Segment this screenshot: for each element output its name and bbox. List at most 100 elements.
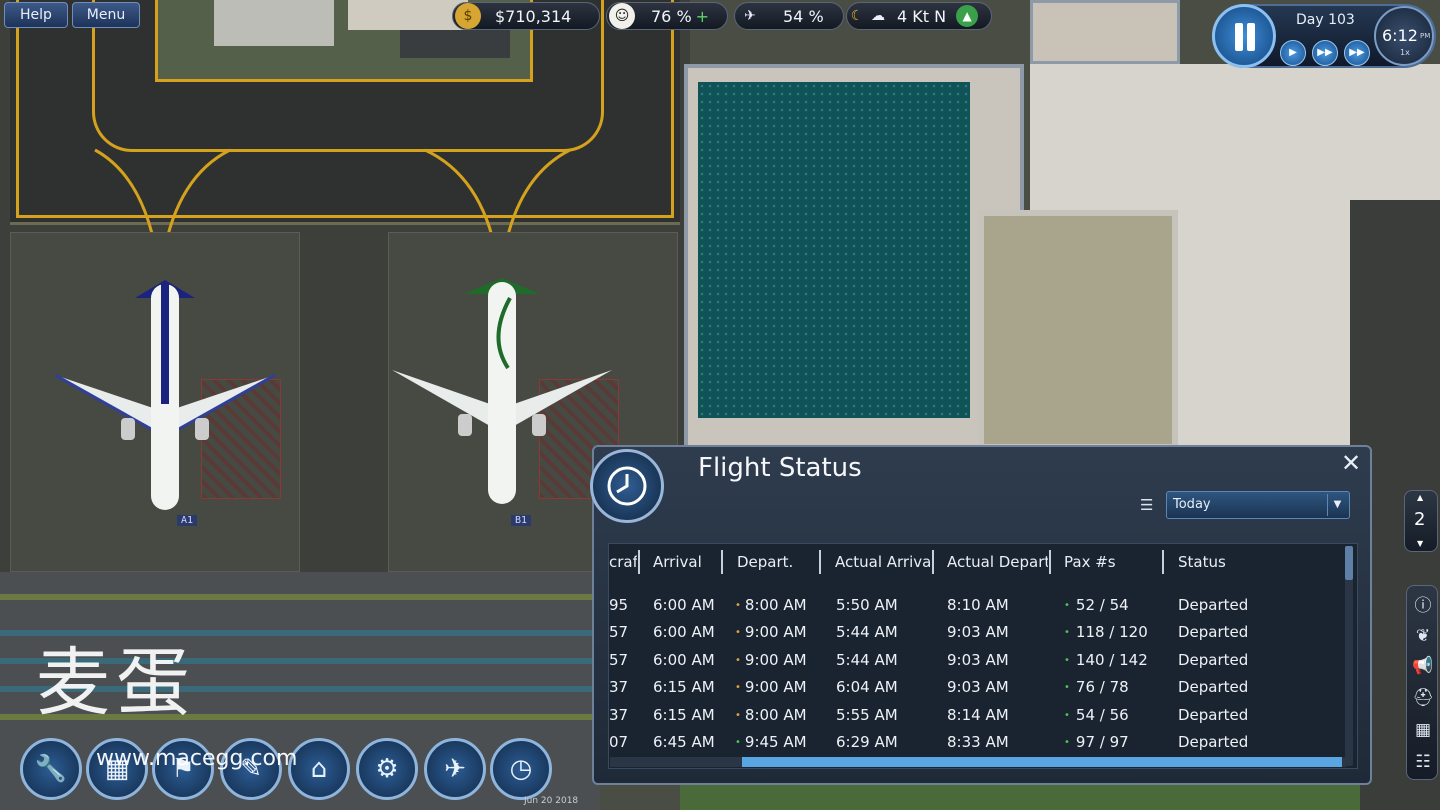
- col-header-aircraft[interactable]: craft: [609, 544, 637, 580]
- wind-value: 4 Kt N: [897, 6, 947, 26]
- pax-value: 140 / 142: [1075, 650, 1148, 669]
- actual-depart-value: 8:33 AM: [947, 733, 1009, 751]
- cell-arrival: 6:45 AM: [653, 729, 715, 756]
- leaf-icon[interactable]: ❦: [1411, 624, 1435, 648]
- table-row[interactable]: 37 6:15 AM • 9:00 AM 6:04 AM 9:03 AM • 76 / 78 D…: [609, 674, 1349, 701]
- col-header-actual-depart[interactable]: Actual Depart.: [947, 544, 1048, 580]
- horizontal-scroll-thumb[interactable]: [742, 757, 1342, 767]
- cell-depart: • 8:00 AM: [735, 702, 807, 729]
- table-header: craft Arrival Depart. Actual Arrival Act…: [609, 544, 1349, 580]
- courtyard: [978, 210, 1178, 450]
- airplane-green[interactable]: [392, 278, 612, 508]
- cap-icon[interactable]: ⛑: [1411, 686, 1435, 710]
- date-filter-value: Today: [1173, 497, 1211, 512]
- pause-button[interactable]: [1212, 4, 1276, 68]
- shop-room[interactable]: [1030, 0, 1180, 64]
- floor-up-icon[interactable]: ▲: [1417, 493, 1423, 502]
- close-icon[interactable]: ✕: [1338, 451, 1364, 477]
- clock: 6:12 PM 1x: [1374, 6, 1434, 66]
- fastest-button[interactable]: ▶▶: [1344, 40, 1370, 66]
- actual-depart-value: 9:03 AM: [947, 650, 1009, 669]
- flights-display[interactable]: ✈ 54 %: [734, 2, 844, 30]
- depart-value: 9:00 AM: [744, 678, 807, 697]
- airplane-blue[interactable]: [55, 280, 275, 515]
- table-row[interactable]: 57 6:00 AM • 9:00 AM 5:44 AM 9:03 AM • 118 / 12…: [609, 619, 1349, 646]
- cell-craft: 07: [609, 729, 628, 756]
- column-divider[interactable]: [638, 550, 640, 574]
- fast-forward-button[interactable]: ▶▶: [1312, 40, 1338, 66]
- happiness-value: 76 %: [651, 6, 692, 26]
- flights-tool-button[interactable]: ✈: [424, 738, 486, 800]
- cell-actual-arrival: 6:29 AM: [836, 729, 898, 756]
- play-button[interactable]: ▶: [1280, 40, 1306, 66]
- column-divider[interactable]: [819, 550, 821, 574]
- grid-icon[interactable]: ▦: [1411, 718, 1435, 742]
- cell-actual-arrival: 5:55 AM: [836, 702, 898, 729]
- col-header-depart[interactable]: Depart.: [737, 544, 817, 580]
- cell-status: Departed: [1178, 729, 1248, 756]
- column-divider[interactable]: [932, 550, 934, 574]
- horizontal-scrollbar[interactable]: [610, 757, 1346, 767]
- actual-depart-value: 9:03 AM: [947, 623, 1009, 642]
- sliders-icon[interactable]: ☷: [1411, 750, 1435, 774]
- pax-value: 52 / 54: [1075, 596, 1129, 614]
- moon-icon: ☾: [850, 8, 864, 24]
- vertical-scrollbar[interactable]: [1345, 546, 1353, 766]
- floor-selector[interactable]: ▲ 2 ▼: [1404, 490, 1438, 552]
- depart-status-dot: •: [735, 709, 741, 721]
- col-header-pax[interactable]: Pax #s: [1064, 544, 1154, 580]
- depart-value: 8:00 AM: [744, 596, 807, 614]
- pax-status-dot: •: [1064, 709, 1070, 721]
- depart-value: 9:45 AM: [744, 733, 807, 751]
- table-row[interactable]: 95 6:00 AM • 8:00 AM 5:50 AM 8:10 AM • 52 / 54 D…: [609, 592, 1349, 619]
- column-divider[interactable]: [1162, 550, 1164, 574]
- day-label: Day 103: [1296, 12, 1355, 28]
- megaphone-icon[interactable]: 📢: [1411, 654, 1435, 678]
- settings-tool-button[interactable]: ⚙: [356, 738, 418, 800]
- happiness-display[interactable]: ☺ 76 % +: [606, 2, 728, 30]
- window-title: Flight Status: [698, 453, 862, 483]
- menu-button[interactable]: Menu: [72, 2, 140, 28]
- table-row[interactable]: 37 6:15 AM • 8:00 AM 5:55 AM 8:14 AM • 54 / 56 D…: [609, 702, 1349, 729]
- cell-actual-depart: 9:03 AM: [947, 619, 1009, 646]
- pax-status-dot: •: [1064, 737, 1070, 748]
- status-value: Departed: [1178, 733, 1249, 751]
- watermark-url: www.macegg.com: [96, 746, 298, 771]
- pax-value: 97 / 97: [1075, 733, 1129, 751]
- clock-time: 6:12: [1382, 26, 1418, 45]
- date-filter-select[interactable]: Today ▼: [1166, 491, 1350, 519]
- col-header-status[interactable]: Status: [1178, 544, 1268, 580]
- cell-depart: • 9:45 AM: [735, 729, 807, 756]
- table-row[interactable]: 57 6:00 AM • 9:00 AM 5:44 AM 9:03 AM • 140 / 14…: [609, 647, 1349, 674]
- column-divider[interactable]: [721, 550, 723, 574]
- flight-status-tool-button[interactable]: ◷: [490, 738, 552, 800]
- actual-arrival-value: 5:44 AM: [836, 650, 898, 669]
- help-button[interactable]: Help: [4, 2, 68, 28]
- cell-pax: • 54 / 56: [1064, 702, 1129, 729]
- table-row[interactable]: 07 6:45 AM • 9:45 AM 6:29 AM 8:33 AM • 97 / 97 D…: [609, 729, 1349, 756]
- depart-status-dot: •: [735, 627, 741, 639]
- weather-display[interactable]: ☾ ☁ 4 Kt N ▲: [846, 2, 992, 30]
- col-header-arrival[interactable]: Arrival: [653, 544, 721, 580]
- arrival-value: 6:00 AM: [653, 596, 715, 614]
- column-divider[interactable]: [1049, 550, 1051, 574]
- info-icon[interactable]: ⓘ: [1411, 594, 1435, 618]
- build-tool-button[interactable]: 🔧: [20, 738, 82, 800]
- money-display[interactable]: $ $710,314: [452, 2, 600, 30]
- cell-actual-arrival: 5:44 AM: [836, 619, 898, 646]
- road-lane: [0, 630, 600, 636]
- filter-icon[interactable]: ☰: [1140, 497, 1158, 513]
- overlay-toolbar: ⓘ ❦ 📢 ⛑ ▦ ☷: [1406, 585, 1438, 780]
- vertical-scroll-thumb[interactable]: [1345, 546, 1353, 580]
- departure-lounge[interactable]: [698, 82, 970, 418]
- money-value: $710,314: [495, 6, 572, 26]
- date-stamp: Jun 20 2018: [524, 796, 579, 806]
- flight-table[interactable]: craft Arrival Depart. Actual Arrival Act…: [608, 543, 1358, 769]
- airplane-icon: ✈: [744, 8, 756, 24]
- pax-value: 54 / 56: [1075, 705, 1129, 724]
- col-header-actual-arrival[interactable]: Actual Arrival: [835, 544, 931, 580]
- cell-pax: • 118 / 120: [1064, 619, 1148, 646]
- pax-status-dot: •: [1064, 627, 1070, 639]
- floor-down-icon[interactable]: ▼: [1417, 539, 1423, 548]
- cell-actual-depart: 9:03 AM: [947, 674, 1009, 701]
